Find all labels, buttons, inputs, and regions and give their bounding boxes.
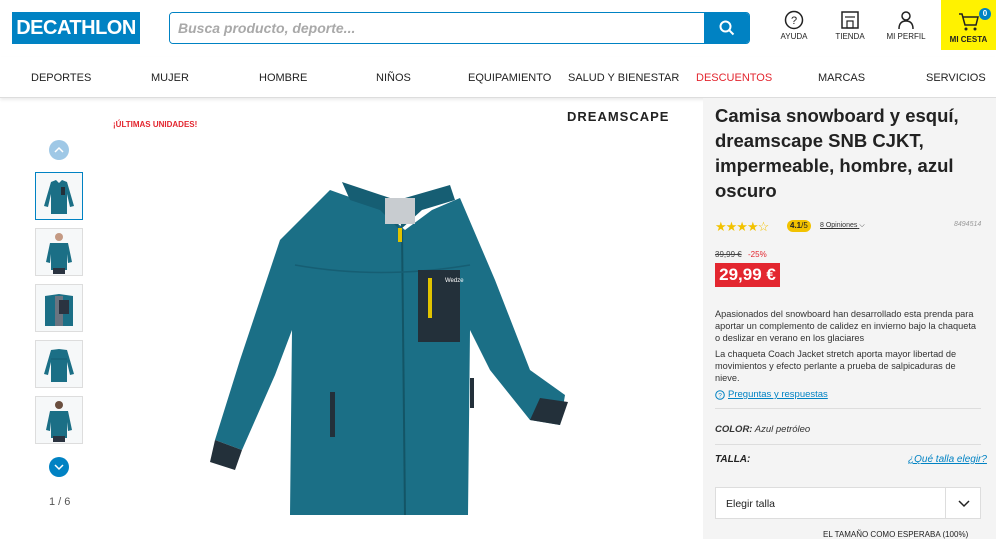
thumbnails-down-button[interactable] — [49, 457, 69, 477]
help-label: AYUDA — [780, 32, 808, 41]
last-units-badge: ¡ÚLTIMAS UNIDADES! — [113, 120, 198, 129]
qa-label: Preguntas y respuestas — [728, 389, 828, 400]
main-nav: DEPORTES MUJER HOMBRE NIÑOS EQUIPAMIENTO… — [0, 57, 996, 98]
nav-item-marcas[interactable]: MARCAS — [818, 72, 865, 84]
reviews-link[interactable]: 8 Opiniones ⌵ — [820, 222, 865, 230]
search-input[interactable] — [170, 13, 704, 43]
help-circle-icon: ? — [715, 389, 725, 400]
rating-badge: 4.1/5 — [787, 220, 811, 232]
svg-text:?: ? — [718, 392, 722, 399]
divider — [715, 444, 981, 445]
store-label: TIENDA — [835, 32, 865, 41]
cart-button[interactable]: MI CESTA 0 — [941, 0, 996, 50]
decathlon-logo[interactable]: DECATHLON — [12, 12, 140, 44]
product-title: Camisa snowboard y esquí, dreamscape SNB… — [715, 105, 959, 201]
model-thumbnail-image — [46, 233, 72, 274]
profile-link[interactable]: MI PERFIL — [876, 10, 936, 41]
size-guide-link[interactable]: ¿Qué talla elegir? — [908, 454, 987, 465]
thumbnail-worn-front[interactable] — [35, 228, 83, 276]
chevron-down-icon — [958, 500, 970, 508]
search-button[interactable] — [704, 13, 749, 43]
qa-link[interactable]: ? Preguntas y respuestas — [715, 389, 828, 400]
fit-note: EL TAMAÑO COMO ESPERABA (100%) — [823, 530, 969, 539]
old-price: 39,99 € — [715, 250, 742, 259]
chevron-down-icon — [54, 464, 64, 471]
thumbnail-worn-open[interactable] — [35, 284, 83, 332]
chevron-up-icon — [54, 146, 64, 153]
help-icon: ? — [784, 10, 804, 30]
thumbnails-up-button[interactable] — [49, 140, 69, 160]
color-value: Azul petróleo — [754, 424, 811, 435]
reviews-count: 8 Opiniones — [820, 222, 858, 229]
thumbnail-front[interactable] — [35, 172, 83, 220]
product-sku: 8494514 — [954, 221, 982, 228]
divider — [715, 408, 981, 409]
size-select[interactable]: Elegir talla — [715, 487, 981, 519]
color-info: COLOR: Azul petróleo — [715, 424, 810, 435]
svg-text:?: ? — [791, 15, 797, 27]
nav-item-equipamiento[interactable]: EQUIPAMIENTO — [468, 72, 551, 84]
cart-label: MI CESTA — [949, 35, 988, 44]
brand-logo[interactable]: DREAMSCAPE — [567, 109, 669, 124]
product-description-2: La chaqueta Coach Jacket stretch aporta … — [715, 349, 957, 383]
product-description-1: Apasionados del snowboard han desarrolla… — [715, 309, 976, 343]
divider — [945, 488, 946, 518]
nav-item-descuentos[interactable]: DESCUENTOS — [696, 72, 772, 84]
nav-item-deportes[interactable]: DEPORTES — [31, 72, 91, 84]
color-label: COLOR: — [715, 424, 753, 435]
nav-item-mujer[interactable]: MUJER — [151, 72, 189, 84]
store-link[interactable]: TIENDA — [820, 10, 880, 41]
help-link[interactable]: ? AYUDA — [764, 10, 824, 41]
model-back-thumbnail-image — [46, 401, 72, 442]
rating-value: 4.1 — [790, 221, 802, 230]
cart-count-badge: 0 — [979, 8, 991, 20]
nav-item-hombre[interactable]: HOMBRE — [259, 72, 307, 84]
rating-stars: ★★★★☆ — [715, 219, 769, 234]
nav-item-salud[interactable]: SALUD Y BIENESTAR — [568, 72, 679, 84]
nav-item-servicios[interactable]: SERVICIOS — [926, 72, 986, 84]
rating-max: /5 — [801, 221, 808, 230]
thumbnail-back[interactable] — [35, 340, 83, 388]
search-bar — [169, 12, 750, 44]
svg-text:Wedze: Wedze — [445, 278, 464, 284]
discount-badge: -25% — [748, 250, 767, 259]
gallery-pager: 1 / 6 — [49, 496, 71, 508]
size-select-value: Elegir talla — [726, 498, 776, 510]
search-icon — [719, 20, 734, 36]
profile-label: MI PERFIL — [886, 32, 926, 41]
nav-item-ninos[interactable]: NIÑOS — [376, 72, 411, 84]
size-label: TALLA: — [715, 454, 751, 465]
cart-icon — [958, 13, 979, 31]
jacket-thumbnail-image — [44, 180, 74, 214]
current-price: 29,99 € — [715, 263, 780, 287]
jacket-back-thumbnail-image — [44, 349, 74, 382]
site-header: DECATHLON ? AYUDA TIENDA MI PERFIL — [0, 0, 996, 57]
chevron-down-icon: ⌵ — [859, 222, 865, 229]
product-main-image[interactable]: Wedze — [200, 170, 580, 525]
thumbnail-worn-back[interactable] — [35, 396, 83, 444]
user-icon — [898, 11, 914, 30]
store-icon — [841, 11, 859, 29]
model-open-thumbnail-image — [45, 294, 73, 326]
